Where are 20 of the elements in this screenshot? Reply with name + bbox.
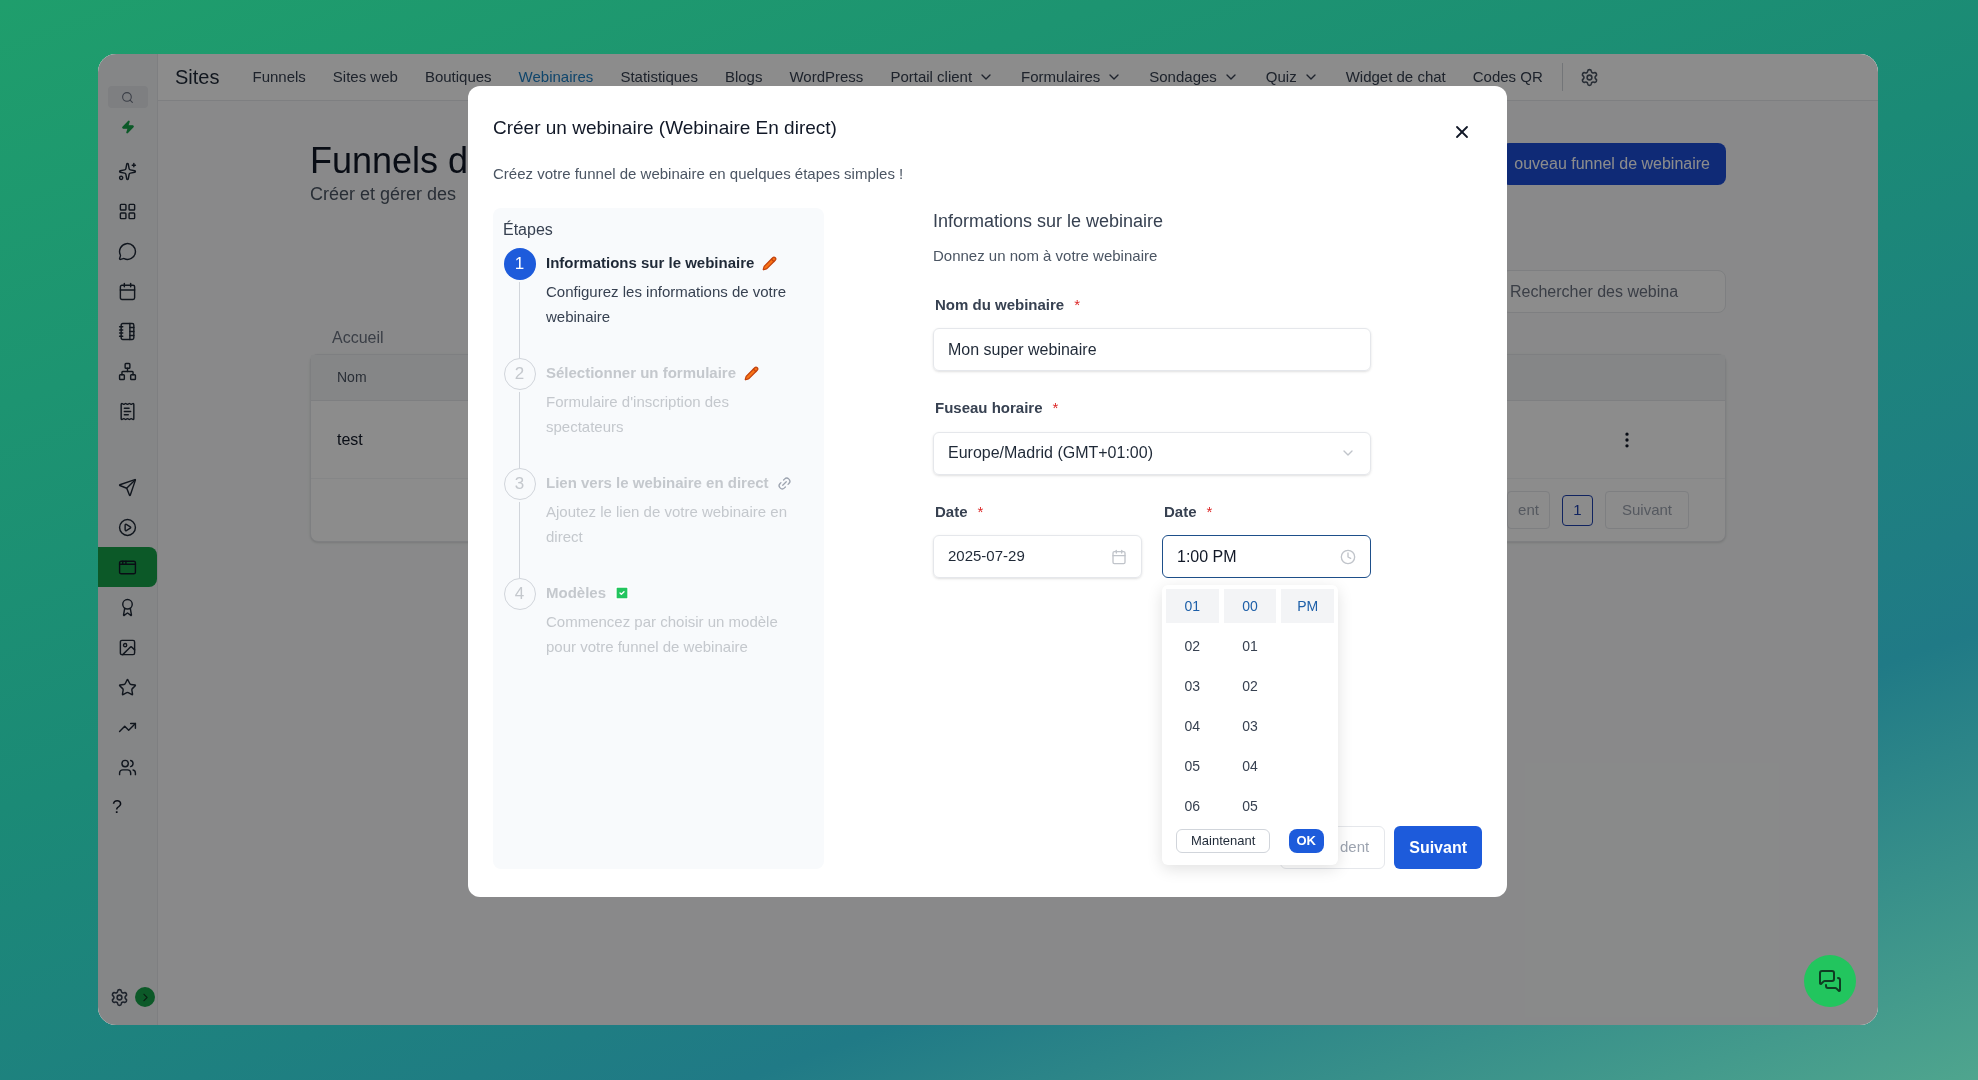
modal-subtitle: Créez votre funnel de webinaire en quelques étapes simples ! [493, 163, 905, 184]
modal-title: Créer un webinaire (Webinaire En direct) [493, 116, 837, 140]
steps-title: Étapes [503, 219, 554, 240]
column-header: Nom [337, 368, 367, 387]
page-subtitle: Créer et gérer des [310, 183, 458, 206]
step-description: Configurez les informations de votre webinaire [546, 281, 788, 327]
field-label: Date [935, 501, 968, 522]
required-mark: * [1206, 501, 1213, 522]
section-subtitle: Donnez un nom à votre webinaire [933, 246, 1159, 266]
nav-title: Sites [175, 65, 220, 90]
step-number: 1 [503, 248, 536, 280]
field-label: Nom du webinaire [935, 294, 1065, 315]
required-mark: * [1052, 398, 1059, 418]
section-title: Informations sur le webinaire [933, 210, 1165, 233]
required-mark: * [1074, 294, 1081, 315]
page-title: Funnels d [310, 141, 469, 181]
field-label: Date [1164, 501, 1197, 522]
required-mark: * [977, 501, 984, 522]
field-label: Fuseau horaire [935, 398, 1043, 418]
table-cell-text: test [337, 429, 363, 450]
